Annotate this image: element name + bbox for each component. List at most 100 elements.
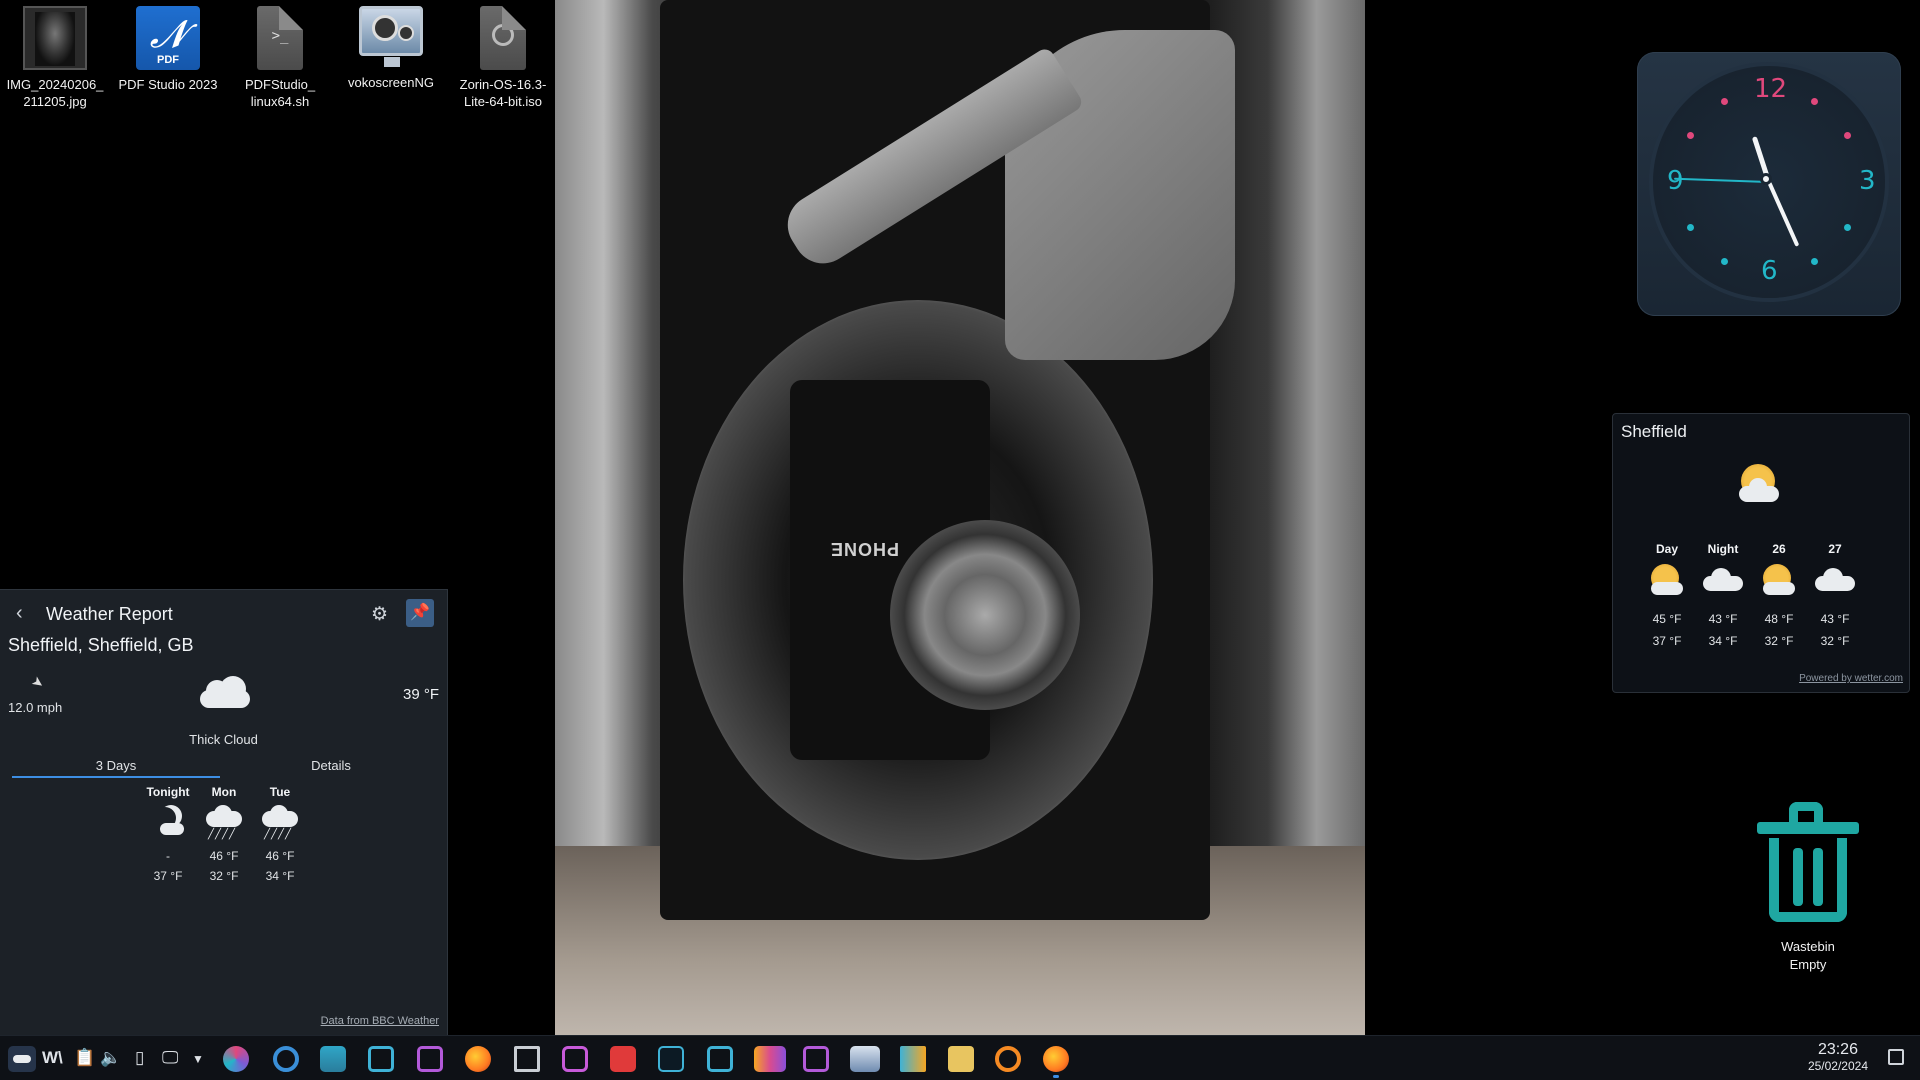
forecast-column-26: 26 48 °F 32 °F [1751,542,1807,648]
cloud-icon [196,676,252,710]
music-app-icon[interactable] [948,1046,974,1072]
wastebin[interactable]: Wastebin Empty [1750,800,1866,974]
partly-cloudy-icon [1639,560,1695,612]
desktop-icon-label: Zorin-OS-16.3- Lite-64-bit.iso [459,77,547,109]
forecast-high: 46 °F [265,849,295,863]
desktop-icon-label: vokoscreenNG [348,75,434,90]
weather-tray-icon[interactable] [8,1046,36,1072]
clock-tick [1687,224,1694,231]
wallpaper-photo: PHONE [555,0,1365,1036]
taskbar-clock[interactable]: 23:26 25/02/2024 [1808,1041,1868,1074]
cloud-icon [1807,560,1863,612]
forecast-low: 32 °F [209,869,239,883]
desktop-icon-label: IMG_20240206_ 211205.jpg [6,77,104,109]
desktop-icon-pdf-studio[interactable]: 𝓝 PDF PDF Studio 2023 [115,6,221,93]
back-icon[interactable]: ‹ [16,602,23,625]
firefox-app-icon[interactable] [465,1046,491,1072]
rain-icon: ╱╱╱╱ [252,801,308,849]
forecast-tue: Tue ╱╱╱╱ 46 °F 34 °F [252,785,308,883]
wm-tray-icon[interactable]: W\ [42,1048,63,1068]
active-app-indicator [1053,1075,1059,1078]
current-temperature: 39 °F [402,686,439,703]
wm-app-icon[interactable] [754,1046,786,1072]
forecast-low: 37 °F [1652,634,1682,648]
color-picker-app-icon[interactable] [223,1046,249,1072]
firefox-app-2-icon[interactable] [1043,1046,1069,1072]
forecast-high: 46 °F [209,849,239,863]
clock-tick [1844,224,1851,231]
pdf-studio-icon: 𝓝 PDF [136,6,200,70]
clock-tick [1721,258,1728,265]
taskbar-time: 23:26 [1817,1041,1858,1058]
tab-3-days[interactable]: 3 Days [12,758,220,773]
archive-app-icon[interactable] [417,1046,443,1072]
forecast-low: 34 °F [265,869,295,883]
desktop-icon-shell-script[interactable]: >_ PDFStudio_ linux64.sh [227,6,333,110]
clock-face: 12 3 6 9 [1653,66,1885,298]
clock-tick [1721,98,1728,105]
forecast-high: 45 °F [1652,612,1682,626]
media-player-app-icon[interactable] [900,1046,926,1072]
pin-icon[interactable]: 📌 [406,599,434,627]
mail-app-icon[interactable] [514,1046,540,1072]
weather-widget-city: Sheffield [1621,422,1687,441]
forecast-high: 43 °F [1708,612,1738,626]
popup-title: Weather Report [46,604,173,624]
clock-tick [1687,132,1694,139]
forecast-column-day: Day 45 °F 37 °F [1639,542,1695,648]
data-source-link[interactable]: Data from BBC Weather [321,1015,439,1027]
camera-app-icon[interactable] [562,1046,588,1072]
clock-second-hand [1674,177,1770,183]
tab-details[interactable]: Details [222,758,440,773]
clock-tick [1811,258,1818,265]
forecast-column-27: 27 43 °F 32 °F [1807,542,1863,648]
weather-widget[interactable]: Sheffield Day 45 °F 37 °F Night 43 °F 34… [1612,413,1910,693]
volume-icon[interactable]: 🔈 [100,1048,121,1068]
taskbar: W\ 📋 🔈 ▯ 🖵 ▼ 23:26 25/02/2024 [0,1035,1920,1080]
forecast-mon: Mon ╱╱╱╱ 46 °F 32 °F [196,785,252,883]
vokoscreen-icon [359,6,423,67]
forecast-low: 37 °F [153,869,183,883]
clock-tick [1844,132,1851,139]
desktop-icon-vokoscreen[interactable]: vokoscreenNG [338,6,444,91]
wind-direction-icon: ➤ [28,672,48,693]
screenshot-app-2-icon[interactable] [707,1046,733,1072]
clock-hub [1760,173,1772,185]
active-tab-indicator [12,776,220,778]
clock-minute-hand [1767,181,1800,247]
desktop-icon-image[interactable]: IMG_20240206_ 211205.jpg [2,6,108,110]
forecast-low: 32 °F [1820,634,1850,648]
location-label: Sheffield, Sheffield, GB [8,635,194,655]
display-icon[interactable]: 🖵 [162,1048,178,1068]
weather-widget-credit-link[interactable]: Powered by wetter.com [1799,673,1903,684]
usb-icon[interactable]: ▯ [135,1048,144,1068]
clock-number-6: 6 [1761,256,1778,286]
cloud-icon [1695,560,1751,612]
disc-burner-app-icon[interactable] [995,1046,1021,1072]
forecast-high: 48 °F [1764,612,1794,626]
analog-clock-widget: 12 3 6 9 [1637,52,1901,316]
desktop-icon-label: PDFStudio_ linux64.sh [244,77,316,109]
settings-gear-icon[interactable]: ⚙ [371,603,388,626]
clock-number-3: 3 [1859,166,1876,196]
image-file-icon [23,6,87,70]
desktop-icon-iso[interactable]: Zorin-OS-16.3- Lite-64-bit.iso [450,6,556,110]
clipboard-icon[interactable]: 📋 [74,1048,95,1068]
settings-app-icon[interactable] [273,1046,299,1072]
show-desktop-icon[interactable] [1888,1049,1904,1065]
file-manager-app-icon[interactable] [320,1046,346,1072]
forecast-header: 27 [1828,542,1842,556]
clock-number-9: 9 [1667,166,1684,196]
image-viewer-app-icon[interactable] [850,1046,880,1072]
condition-label: Thick Cloud [189,732,258,747]
notes-app-icon[interactable] [803,1046,829,1072]
expand-tray-icon[interactable]: ▼ [192,1052,204,1066]
forecast-low: 32 °F [1764,634,1794,648]
screenshot-app-icon[interactable] [368,1046,394,1072]
rain-icon: ╱╱╱╱ [196,801,252,849]
clock-tick [1811,98,1818,105]
text-editor-app-icon[interactable] [610,1046,636,1072]
night-cloud-icon [140,801,196,849]
trash-bin-icon [1753,800,1863,924]
terminal-app-icon[interactable] [658,1046,684,1072]
